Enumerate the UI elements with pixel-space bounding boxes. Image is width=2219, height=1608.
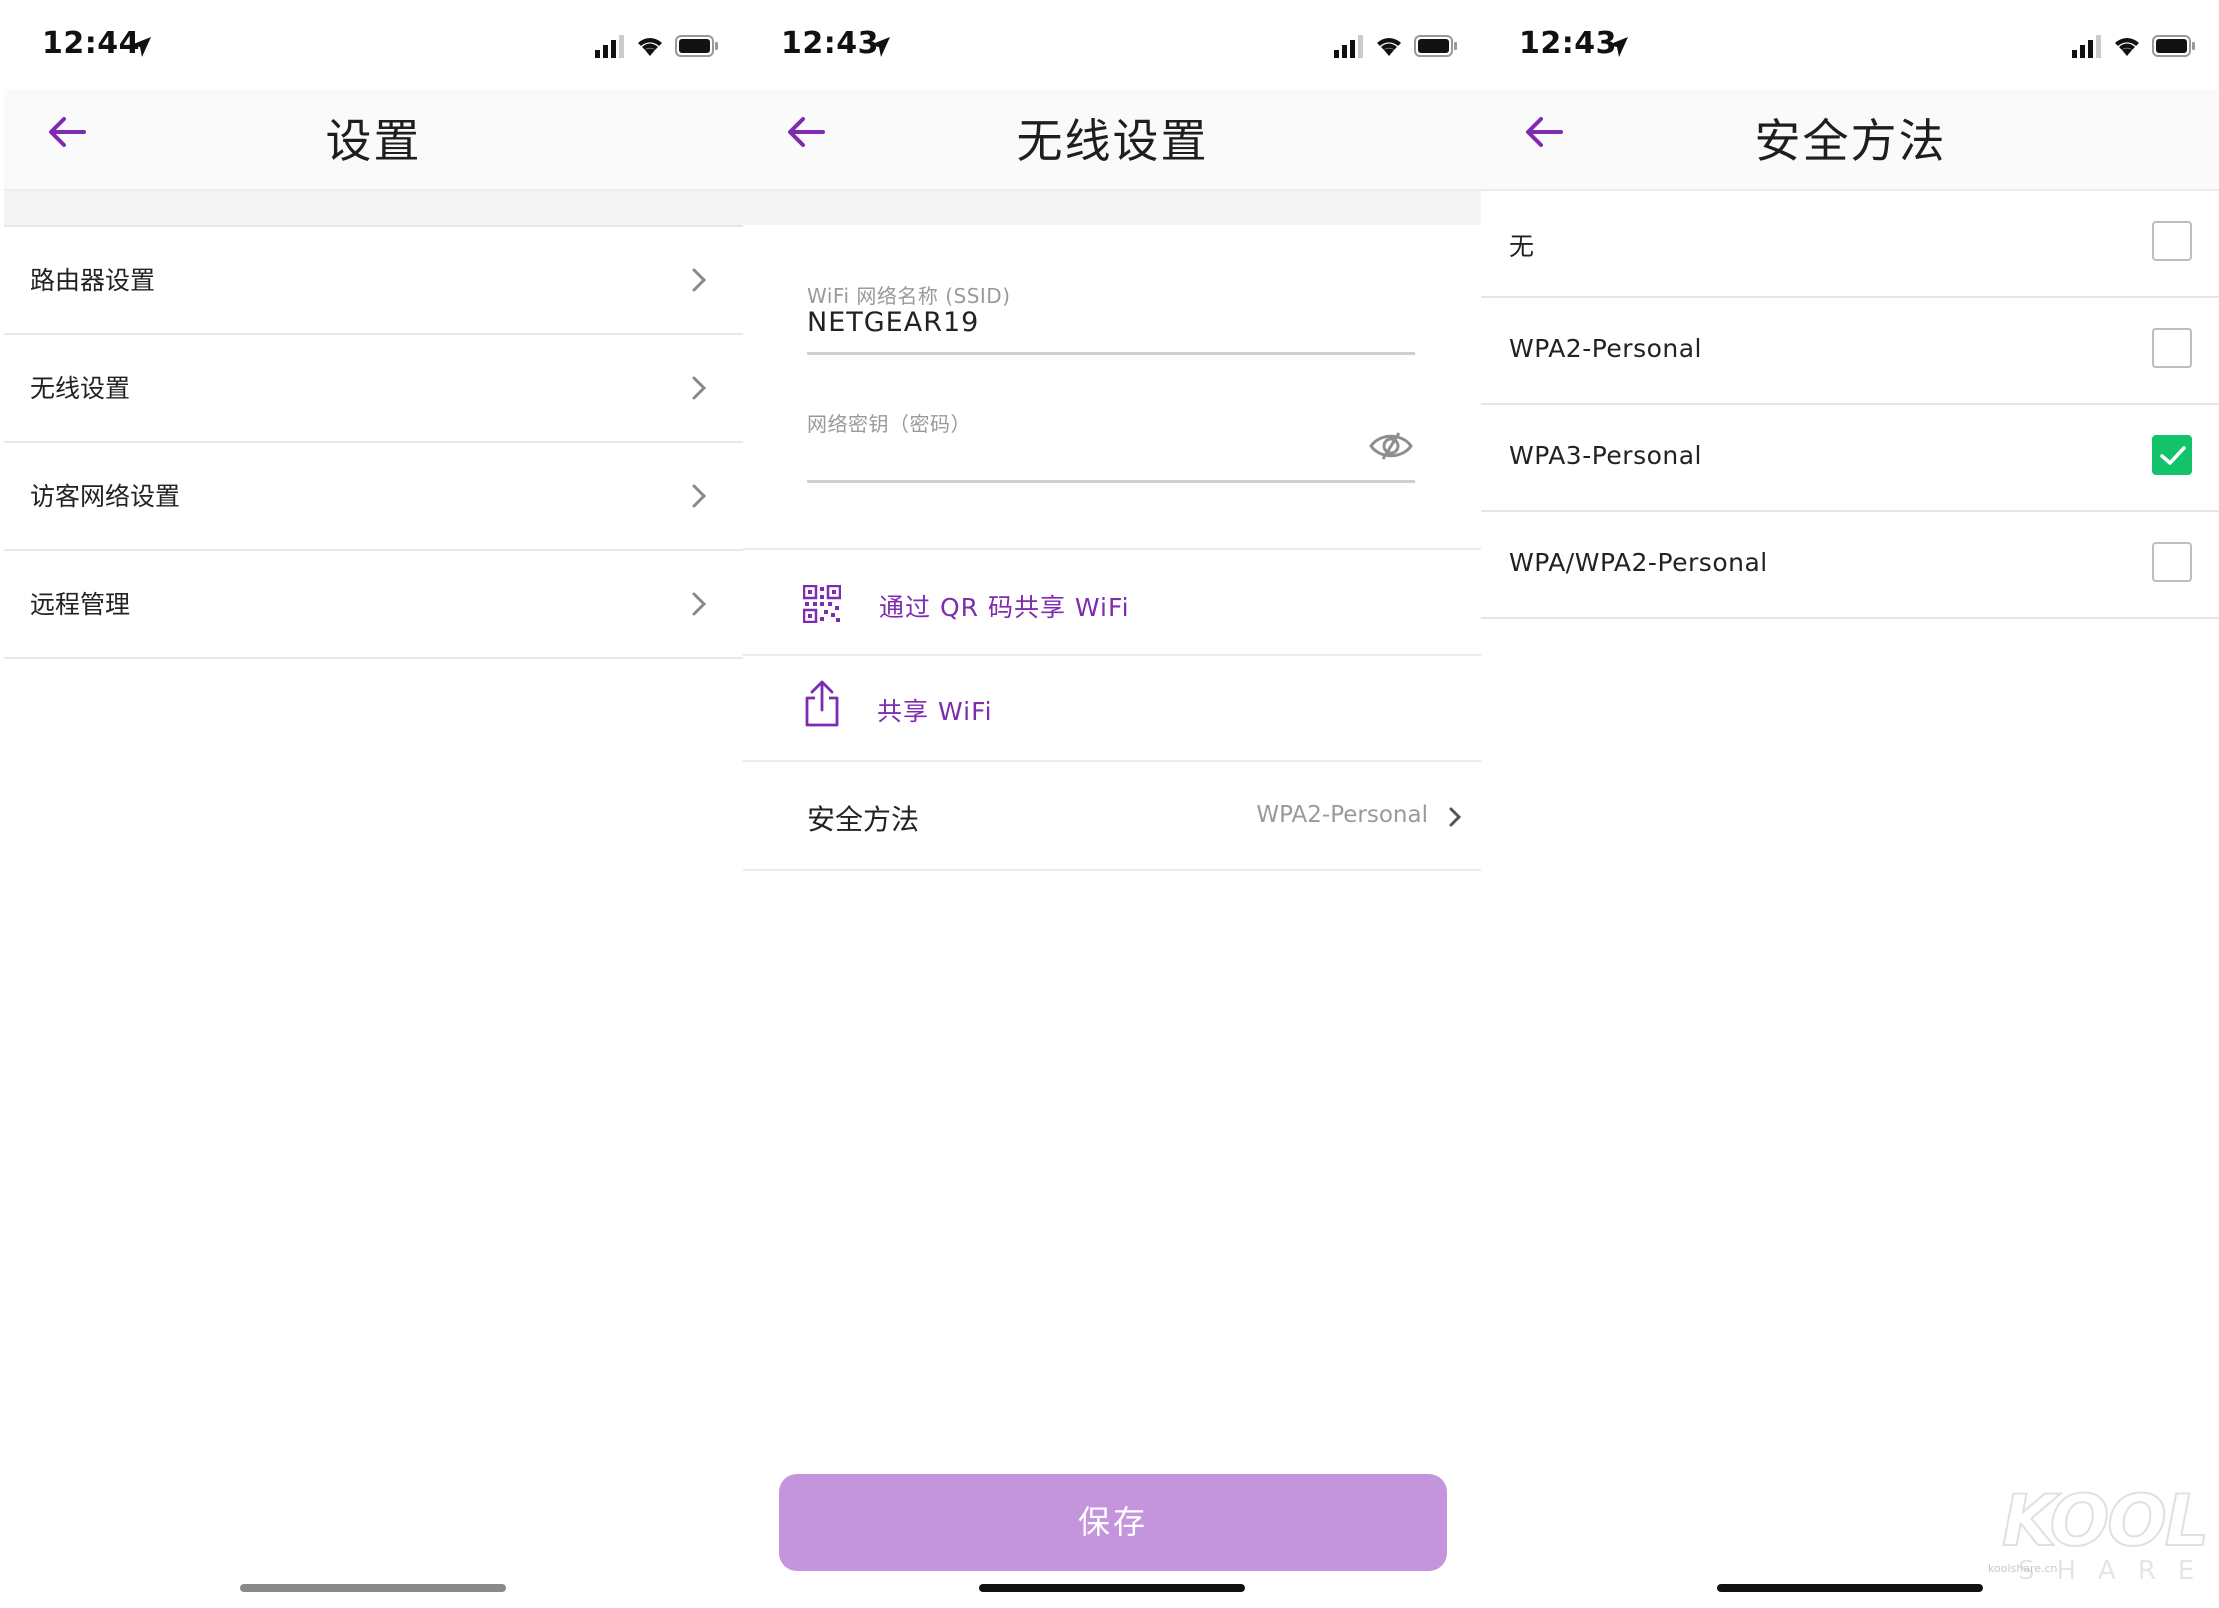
status-icons xyxy=(2072,34,2195,62)
password-underline xyxy=(807,480,1415,483)
settings-list: 路由器设置 无线设置 访客网络设置 远程管理 xyxy=(4,225,743,659)
section-gap xyxy=(4,191,743,225)
share-wifi-label: 共享 WiFi xyxy=(877,697,993,726)
section-gap xyxy=(743,191,1482,225)
status-time: 12:44 xyxy=(42,26,140,61)
chevron-right-icon xyxy=(1449,807,1462,827)
option-checkbox[interactable] xyxy=(2152,328,2192,368)
security-options-list: 无 WPA2-Personal WPA3-Personal WPA/WPA2-P… xyxy=(1481,191,2219,619)
ssid-underline xyxy=(807,352,1415,355)
page-title: 无线设置 xyxy=(1016,114,1209,168)
option-checkbox[interactable] xyxy=(2152,221,2192,261)
qr-share-wifi-label: 通过 QR 码共享 WiFi xyxy=(879,593,1130,622)
nav-bar: 设置 xyxy=(4,89,743,191)
qr-code-icon xyxy=(803,585,841,623)
koolshare-watermark: KOOL SHARE koolshare.cn xyxy=(1988,1479,2210,1590)
battery-icon xyxy=(675,35,718,57)
divider xyxy=(743,760,1482,762)
watermark-url: koolshare.cn xyxy=(1988,1562,2058,1575)
settings-item-label: 远程管理 xyxy=(30,590,131,619)
wifi-icon xyxy=(2115,38,2139,56)
divider xyxy=(743,548,1482,550)
security-option-wpa-wpa2-personal[interactable]: WPA/WPA2-Personal xyxy=(1481,512,2219,619)
page-title: 设置 xyxy=(325,114,422,168)
chevron-right-icon xyxy=(692,484,707,508)
divider xyxy=(743,869,1482,871)
security-method-value: WPA2-Personal xyxy=(1256,802,1428,828)
option-checkbox[interactable] xyxy=(2152,542,2192,582)
eye-slash-icon[interactable] xyxy=(1368,429,1414,463)
home-indicator[interactable] xyxy=(240,1584,506,1592)
option-label: WPA3-Personal xyxy=(1509,441,1702,470)
ssid-input[interactable]: NETGEAR19 xyxy=(807,307,979,338)
password-label: 网络密钥（密码） xyxy=(807,412,971,436)
status-icons xyxy=(1334,34,1457,62)
chevron-right-icon xyxy=(692,592,707,616)
status-bar: 12:43 xyxy=(743,4,1482,94)
status-bar: 12:43 xyxy=(1481,4,2219,94)
settings-item-label: 访客网络设置 xyxy=(30,482,181,511)
security-option-wpa3-personal[interactable]: WPA3-Personal xyxy=(1481,405,2219,512)
status-bar: 12:44 xyxy=(4,4,743,94)
settings-item-label: 路由器设置 xyxy=(30,266,156,295)
home-indicator[interactable] xyxy=(979,1584,1245,1592)
nav-bar: 安全方法 xyxy=(1481,89,2219,191)
watermark-brand: KOOL xyxy=(2001,1479,2210,1563)
settings-screen: 12:44 设置 路由器设置 无线设置 访客网络设置 远程管理 xyxy=(4,4,743,1604)
location-arrow-icon xyxy=(870,37,890,57)
location-arrow-icon xyxy=(1608,37,1628,57)
ssid-label: WiFi 网络名称 (SSID) xyxy=(807,284,1011,308)
settings-item-router[interactable]: 路由器设置 xyxy=(4,225,743,333)
signal-icon xyxy=(2072,35,2101,58)
share-icon xyxy=(805,680,839,727)
share-wifi-button[interactable]: 共享 WiFi xyxy=(743,656,1482,756)
status-time: 12:43 xyxy=(1519,26,1617,61)
checkmark-icon xyxy=(2160,446,2186,465)
security-method-screen: 12:43 安全方法 无 WPA2-Personal WPA3-Personal xyxy=(1481,4,2219,1604)
wifi-icon xyxy=(1377,38,1401,56)
battery-icon xyxy=(2152,35,2195,57)
security-option-none[interactable]: 无 xyxy=(1481,191,2219,298)
signal-icon xyxy=(1334,35,1363,58)
option-label: WPA2-Personal xyxy=(1509,334,1702,363)
wifi-icon xyxy=(638,38,662,56)
status-time: 12:43 xyxy=(781,26,879,61)
page-title: 安全方法 xyxy=(1754,114,1947,168)
settings-item-label: 无线设置 xyxy=(30,374,131,403)
wireless-settings-screen: 12:43 无线设置 WiFi 网络名称 (SSID) NETGEAR19 网络… xyxy=(743,4,1482,1604)
option-label: WPA/WPA2-Personal xyxy=(1509,548,1768,577)
settings-item-guest-network[interactable]: 访客网络设置 xyxy=(4,441,743,549)
option-label: 无 xyxy=(1509,232,1535,261)
battery-icon xyxy=(1414,35,1457,57)
signal-icon xyxy=(595,35,624,58)
qr-share-wifi-button[interactable]: 通过 QR 码共享 WiFi xyxy=(743,552,1482,652)
chevron-right-icon xyxy=(692,376,707,400)
security-method-row[interactable]: 安全方法 WPA2-Personal xyxy=(743,764,1482,869)
security-method-label: 安全方法 xyxy=(807,803,920,836)
status-icons xyxy=(595,34,718,62)
settings-item-wireless[interactable]: 无线设置 xyxy=(4,333,743,441)
settings-item-remote-management[interactable]: 远程管理 xyxy=(4,549,743,659)
option-checkbox-checked[interactable] xyxy=(2152,435,2192,475)
save-button[interactable]: 保存 xyxy=(779,1474,1447,1571)
nav-bar: 无线设置 xyxy=(743,89,1482,191)
chevron-right-icon xyxy=(692,268,707,292)
home-indicator[interactable] xyxy=(1717,1584,1983,1592)
security-option-wpa2-personal[interactable]: WPA2-Personal xyxy=(1481,298,2219,405)
location-arrow-icon xyxy=(131,37,151,57)
password-input[interactable] xyxy=(807,436,1347,472)
